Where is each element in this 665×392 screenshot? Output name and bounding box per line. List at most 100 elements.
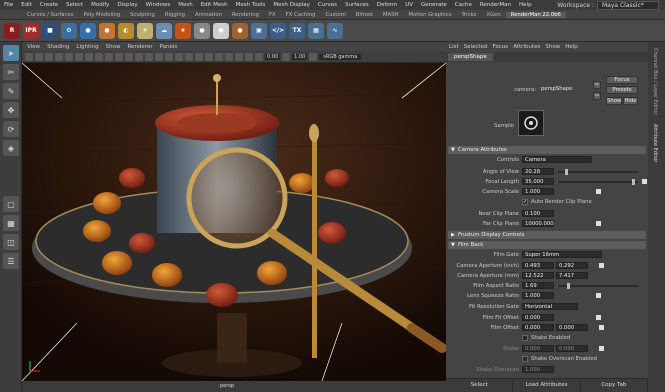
star-icon[interactable]: ★ xyxy=(175,22,191,39)
camera-attr-icon[interactable] xyxy=(35,52,43,61)
grid-icon[interactable] xyxy=(65,52,73,61)
menu-edit-mesh[interactable]: Edit Mesh xyxy=(197,2,232,8)
section-film-back[interactable]: ▼ Film Back xyxy=(448,241,646,249)
near-clip-field[interactable]: 0.100 xyxy=(522,210,554,217)
ae-menu-help[interactable]: Help xyxy=(565,44,578,50)
map-button-icon[interactable] xyxy=(599,325,604,330)
menu-mesh[interactable]: Mesh xyxy=(174,2,196,8)
tx-icon[interactable]: TX xyxy=(289,22,305,39)
film-gate-dropdown[interactable]: Super 16mm xyxy=(522,251,602,258)
gamma-field[interactable]: 1.00 xyxy=(292,53,308,60)
shelf-tab[interactable]: Sculpting xyxy=(125,12,160,18)
rman-settings-icon[interactable]: ⚙ xyxy=(61,22,77,39)
menu-display[interactable]: Display xyxy=(113,2,141,8)
far-clip-field[interactable]: 10000.000 xyxy=(522,220,554,227)
map-button-icon[interactable] xyxy=(596,189,601,194)
select-button[interactable]: Select xyxy=(446,379,514,392)
shelf-tab-active[interactable]: RenderMan 22.0b6 xyxy=(505,11,566,18)
menu-surfaces[interactable]: Surfaces xyxy=(341,2,373,8)
controls-dropdown[interactable]: Camera xyxy=(522,156,592,163)
ae-menu-show[interactable]: Show xyxy=(545,44,560,50)
presets-button[interactable]: Presets xyxy=(606,86,638,94)
shelf-tab[interactable]: XGen xyxy=(481,12,505,18)
light-yellow-icon[interactable]: ◐ xyxy=(118,22,134,39)
menu-mesh-tools[interactable]: Mesh Tools xyxy=(232,2,270,8)
shelf-tab[interactable]: Motion Graphics xyxy=(403,12,456,18)
light-orange-icon[interactable]: ● xyxy=(99,22,115,39)
lights-icon[interactable] xyxy=(155,52,163,61)
aa-icon[interactable] xyxy=(195,52,203,61)
motion-blur-icon[interactable] xyxy=(185,52,193,61)
ae-menu-focus[interactable]: Focus xyxy=(492,44,508,50)
outliner-icon[interactable]: ☰ xyxy=(3,253,19,269)
tab-attribute-editor[interactable]: Attribute Editor xyxy=(652,124,658,162)
two-layout-icon[interactable]: ◫ xyxy=(3,234,19,250)
shake-x-field[interactable]: 0.000 xyxy=(522,345,554,352)
sky-icon[interactable]: ☁ xyxy=(156,22,172,39)
viewport-menu-view[interactable]: View xyxy=(27,44,40,50)
cube-icon[interactable]: ▣ xyxy=(251,22,267,39)
depth-of-field-icon[interactable] xyxy=(205,52,213,61)
textured-icon[interactable] xyxy=(145,52,153,61)
exposure-field[interactable]: 0.00 xyxy=(265,53,281,60)
gate-mask-icon[interactable] xyxy=(95,52,103,61)
shelf-tab[interactable]: Curves / Surfaces xyxy=(22,12,78,18)
tab-channel-box[interactable]: Channel Box / Layer Editor xyxy=(652,48,658,115)
scale-tool-icon[interactable]: ◈ xyxy=(3,140,19,156)
copy-tab-button[interactable]: Copy Tab xyxy=(581,379,648,392)
viewport-menu-renderer[interactable]: Renderer xyxy=(127,44,152,50)
menu-generate[interactable]: Generate xyxy=(417,2,451,8)
shelf-tab[interactable]: Rendering xyxy=(227,12,264,18)
map-button-icon[interactable] xyxy=(596,221,601,226)
map-button-icon[interactable] xyxy=(599,346,604,351)
slider-knob[interactable] xyxy=(565,169,568,175)
smooth-shade-icon[interactable] xyxy=(135,52,143,61)
shelf-tab[interactable]: Poly Modeling xyxy=(78,12,125,18)
section-camera-attributes[interactable]: ▼ Camera Attributes xyxy=(448,146,646,154)
viewport-menu-panels[interactable]: Panels xyxy=(160,44,178,50)
wireframe-icon[interactable] xyxy=(125,52,133,61)
aperture-inch-y-field[interactable]: 0.292 xyxy=(556,262,588,269)
focus-button[interactable]: Focus xyxy=(606,76,638,84)
film-aspect-slider[interactable] xyxy=(558,285,638,287)
shader-gray-icon[interactable]: ● xyxy=(194,22,210,39)
shake-overscan-field[interactable]: 1.000 xyxy=(522,366,554,373)
xray-icon[interactable] xyxy=(225,52,233,61)
lasso-tool-icon[interactable]: ✂ xyxy=(3,64,19,80)
shelf-tab[interactable]: Bifrost xyxy=(351,12,378,18)
hide-button[interactable]: Hide xyxy=(623,97,638,105)
focal-length-field[interactable]: 35.000 xyxy=(522,178,554,185)
menu-mesh-display[interactable]: Mesh Display xyxy=(269,2,314,8)
shake-y-field[interactable]: 0.000 xyxy=(556,345,588,352)
shadows-icon[interactable] xyxy=(165,52,173,61)
shake-overscan-enabled-checkbox[interactable] xyxy=(522,356,528,362)
camera-icon[interactable] xyxy=(25,52,33,61)
menu-create[interactable]: Create xyxy=(36,2,62,8)
slider-knob[interactable] xyxy=(632,179,635,185)
map-button-icon[interactable] xyxy=(599,263,604,268)
shelf-tab[interactable]: Custom xyxy=(320,12,350,18)
map-button-icon[interactable] xyxy=(596,315,601,320)
menu-cache[interactable]: Cache xyxy=(451,2,476,8)
xray-joints-icon[interactable] xyxy=(235,52,243,61)
rman-icon[interactable]: R xyxy=(4,22,20,39)
shader-white-icon[interactable]: ● xyxy=(213,22,229,39)
menu-deform[interactable]: Deform xyxy=(373,2,401,8)
aperture-inch-x-field[interactable]: 0.493 xyxy=(522,262,554,269)
film-gate-icon[interactable] xyxy=(75,52,83,61)
camera-node-field[interactable]: perspShape xyxy=(539,86,589,93)
safe-action-icon[interactable] xyxy=(115,52,123,61)
go-to-output-icon[interactable]: ⇦ xyxy=(593,92,601,100)
shelf-tab[interactable]: Animation xyxy=(190,12,227,18)
shelf-tab[interactable]: MASH xyxy=(378,12,404,18)
shelf-tab[interactable]: Rigging xyxy=(160,12,190,18)
menu-select[interactable]: Select xyxy=(62,2,87,8)
menu-renderman[interactable]: RenderMan xyxy=(476,2,515,8)
menu-edit[interactable]: Edit xyxy=(17,2,36,8)
workspace-dropdown[interactable]: Maya Classic* xyxy=(597,0,659,10)
render-stop-icon[interactable]: ■ xyxy=(42,22,58,39)
paint-select-icon[interactable]: ✎ xyxy=(3,83,19,99)
shader-copper-icon[interactable]: ● xyxy=(232,22,248,39)
viewport-menu-lighting[interactable]: Lighting xyxy=(76,44,98,50)
shelf-tab[interactable]: FX xyxy=(264,12,281,18)
